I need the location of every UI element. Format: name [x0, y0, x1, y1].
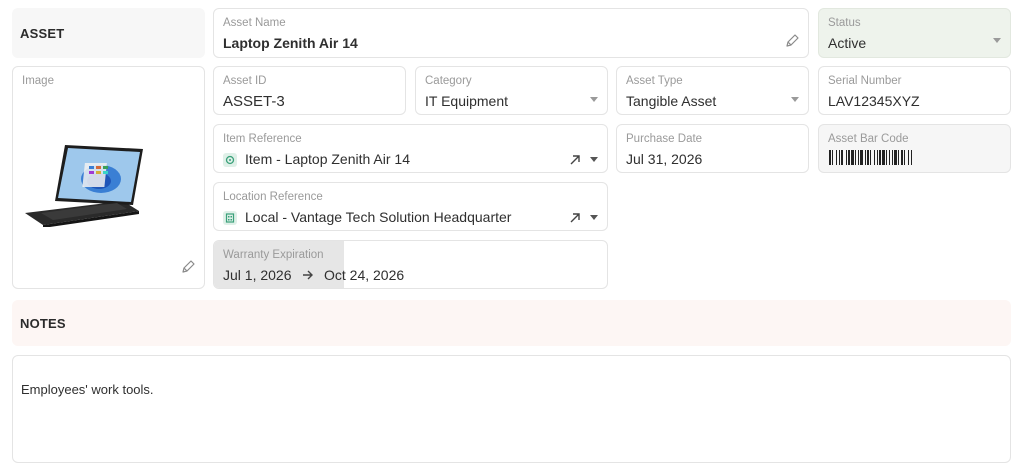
serial-number-field[interactable]: Serial Number LAV12345XYZ	[818, 66, 1011, 115]
chevron-down-icon[interactable]	[590, 215, 598, 220]
arrow-right-icon	[302, 268, 314, 286]
chevron-down-icon[interactable]	[791, 97, 799, 102]
arrow-up-right-icon[interactable]	[569, 153, 581, 171]
asset-type-select[interactable]: Asset Type Tangible Asset	[616, 66, 809, 115]
asset-bar-code-field[interactable]: Asset Bar Code	[818, 124, 1011, 173]
item-reference-field[interactable]: Item Reference Item - Laptop Zenith Air …	[213, 124, 608, 173]
asset-id-label: Asset ID	[223, 75, 267, 87]
notes-section-header: NOTES	[12, 300, 1011, 346]
notes-section-title: NOTES	[20, 316, 66, 331]
status-value: Active	[828, 35, 867, 51]
purchase-date-value: Jul 31, 2026	[626, 151, 703, 167]
notes-value: Employees' work tools.	[21, 382, 154, 397]
asset-section-title: ASSET	[20, 26, 65, 41]
asset-id-value: ASSET-3	[223, 93, 285, 110]
pencil-icon[interactable]	[784, 33, 800, 54]
asset-type-label: Asset Type	[626, 75, 683, 87]
image-field[interactable]: Image	[12, 66, 205, 289]
warranty-end-value[interactable]: Oct 24, 2026	[324, 267, 404, 283]
purchase-date-field[interactable]: Purchase Date Jul 31, 2026	[616, 124, 809, 173]
status-label: Status	[828, 17, 861, 29]
warranty-expiration-label: Warranty Expiration	[223, 249, 324, 261]
status-select[interactable]: Status Active	[818, 8, 1011, 58]
laptop-image	[21, 143, 149, 228]
image-label: Image	[22, 75, 54, 87]
asset-id-field[interactable]: Asset ID ASSET-3	[213, 66, 406, 115]
category-label: Category	[425, 75, 472, 87]
warranty-expiration-field[interactable]: Warranty Expiration Jul 1, 2026 Oct 24, …	[213, 240, 608, 289]
chevron-down-icon[interactable]	[590, 157, 598, 162]
notes-textarea[interactable]: Employees' work tools.	[12, 355, 1011, 463]
asset-section-header: ASSET	[12, 8, 205, 58]
building-icon	[223, 211, 237, 225]
warranty-start-value[interactable]: Jul 1, 2026	[223, 267, 292, 283]
box-icon	[223, 153, 237, 167]
asset-type-value: Tangible Asset	[626, 93, 717, 109]
asset-name-field[interactable]: Asset Name Laptop Zenith Air 14	[213, 8, 809, 58]
asset-name-value: Laptop Zenith Air 14	[223, 35, 358, 51]
category-select[interactable]: Category IT Equipment	[415, 66, 608, 115]
purchase-date-label: Purchase Date	[626, 133, 703, 145]
location-reference-value: Local - Vantage Tech Solution Headquarte…	[245, 209, 512, 225]
barcode-image	[829, 150, 999, 165]
arrow-up-right-icon[interactable]	[569, 211, 581, 229]
asset-bar-code-label: Asset Bar Code	[828, 133, 909, 145]
location-reference-field[interactable]: Location Reference Local - Vantage Tech …	[213, 182, 608, 231]
pencil-icon[interactable]	[180, 259, 196, 280]
item-reference-label: Item Reference	[223, 133, 302, 145]
item-reference-value: Item - Laptop Zenith Air 14	[245, 151, 410, 167]
location-reference-label: Location Reference	[223, 191, 323, 203]
category-value: IT Equipment	[425, 93, 509, 109]
chevron-down-icon[interactable]	[993, 38, 1001, 43]
asset-name-label: Asset Name	[223, 17, 286, 29]
chevron-down-icon[interactable]	[590, 97, 598, 102]
serial-number-value: LAV12345XYZ	[828, 93, 920, 109]
serial-number-label: Serial Number	[828, 75, 902, 87]
